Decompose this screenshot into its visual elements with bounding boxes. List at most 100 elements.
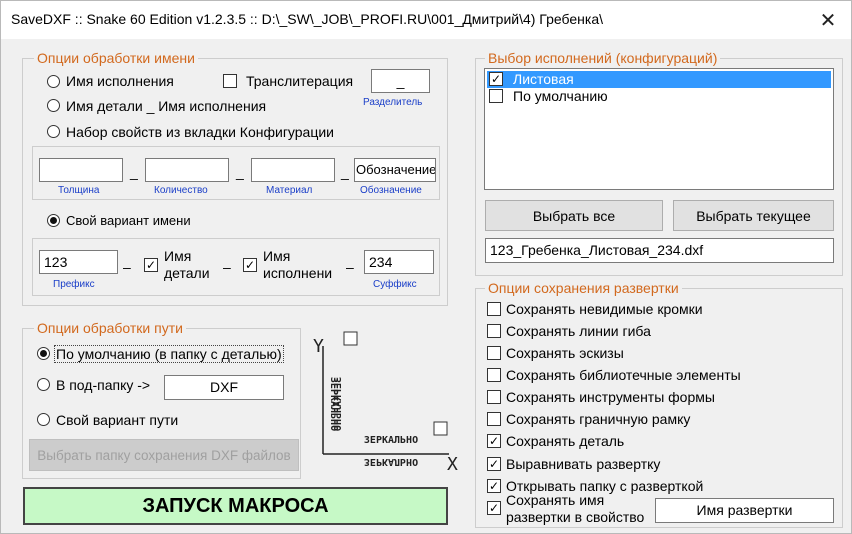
save-option-1-checkbox[interactable]	[487, 324, 501, 338]
radio-config-name-label: Имя исполнения	[66, 73, 174, 89]
main-window: SaveDXF :: Snake 60 Edition v1.2.3.5 :: …	[0, 0, 852, 534]
translit-checkbox[interactable]	[223, 74, 237, 88]
config-item-1-checkbox[interactable]	[489, 89, 503, 103]
save-name-label-2: развертки в свойство	[506, 509, 645, 525]
radio-path-custom-label: Свой вариант пути	[56, 412, 179, 428]
save-option-6-label: Сохранять деталь	[506, 433, 625, 449]
props-sep-1: _	[130, 164, 138, 180]
save-option-6-checkbox[interactable]: ✓	[487, 434, 501, 448]
config-name-checkbox[interactable]: ✓	[243, 258, 257, 272]
config-name-label-1: Имя	[263, 248, 291, 264]
title-bar[interactable]: SaveDXF :: Snake 60 Edition v1.2.3.5 :: …	[1, 1, 851, 39]
translit-label: Транслитерация	[246, 73, 354, 89]
save-name-property-checkbox[interactable]: ✓	[487, 501, 501, 515]
props-caption-thickness: Толщина	[58, 185, 100, 196]
props-sep-2: _	[236, 164, 244, 180]
save-option-5-checkbox[interactable]	[487, 412, 501, 426]
config-item-1-label: По умолчанию	[513, 88, 608, 104]
separator-caption: Разделитель	[363, 97, 423, 108]
mirror-horizontal-text-1: ЗЕРКАЛЬНО	[364, 435, 418, 446]
name-options-legend: Опции обработки имени	[34, 50, 198, 66]
result-filename-field[interactable]: 123_Гребенка_Листовая_234.dxf	[485, 238, 834, 263]
part-name-label-2: детали	[164, 265, 210, 281]
start-macro-button[interactable]: ЗАПУСК МАКРОСА	[23, 487, 448, 525]
axis-x-label: X	[447, 454, 458, 475]
save-name-label-1: Сохранять имя	[506, 492, 605, 508]
save-option-4[interactable]: Сохранять инструменты формы	[487, 388, 787, 408]
mirror-diagram: Y X ЗЕРКАЛЬНО ЗЕРКАЛЬНО ЗЕРКАЛЬНО ЗЕРКАЛ…	[313, 331, 458, 475]
save-option-0[interactable]: Сохранять невидимые кромки	[487, 300, 787, 320]
radio-custom-name-label: Свой вариант имени	[66, 213, 191, 228]
mirror-vertical-text-2: ЗЕРКАЛЬНО	[333, 377, 344, 431]
save-option-0-label: Сохранять невидимые кромки	[506, 301, 703, 317]
save-option-1-label: Сохранять линии гиба	[506, 323, 651, 339]
radio-props-label: Набор свойств из вкладки Конфигурации	[66, 124, 335, 140]
props-field-thickness[interactable]	[39, 158, 123, 182]
props-field-quantity[interactable]	[145, 158, 229, 182]
custom-sep-2: –	[223, 259, 231, 275]
config-listbox[interactable]: ✓ Листовая По умолчанию	[484, 68, 834, 190]
part-name-checkbox[interactable]: ✓	[144, 258, 158, 272]
save-option-3[interactable]: Сохранять библиотечные элементы	[487, 366, 787, 386]
save-option-7-label: Выравнивать развертку	[506, 456, 661, 472]
subfolder-input[interactable]: DXF	[164, 375, 284, 400]
config-select-legend: Выбор исполнений (конфигураций)	[485, 50, 721, 66]
save-option-7-checkbox[interactable]: ✓	[487, 457, 501, 471]
prefix-input[interactable]: 123	[39, 250, 118, 274]
save-option-3-checkbox[interactable]	[487, 368, 501, 382]
close-icon: ✕	[819, 9, 837, 32]
props-sep-3: _	[341, 164, 349, 180]
save-option-4-label: Сохранять инструменты формы	[506, 389, 715, 405]
save-option-6[interactable]: ✓ Сохранять деталь	[487, 432, 787, 452]
radio-path-default-label: По умолчанию (в папку с деталью)	[54, 345, 284, 363]
custom-sep-3: –	[346, 259, 354, 275]
props-field-material[interactable]	[251, 158, 335, 182]
radio-part-config[interactable]	[47, 99, 60, 112]
radio-path-default[interactable]	[37, 347, 50, 360]
save-option-5-label: Сохранять граничную рамку	[506, 411, 691, 427]
suffix-input[interactable]: 234	[364, 250, 434, 274]
config-item-0-label: Листовая	[513, 71, 574, 87]
save-option-3-label: Сохранять библиотечные элементы	[506, 367, 741, 383]
window-title: SaveDXF :: Snake 60 Edition v1.2.3.5 :: …	[11, 11, 604, 27]
prefix-caption: Префикс	[53, 279, 95, 290]
save-option-2-checkbox[interactable]	[487, 346, 501, 360]
save-option-2[interactable]: Сохранять эскизы	[487, 344, 787, 364]
props-caption-quantity: Количество	[154, 185, 208, 196]
props-field-designation[interactable]: Обозначение	[354, 158, 436, 182]
radio-custom-name[interactable]	[47, 214, 60, 227]
choose-folder-button[interactable]: Выбрать папку сохранения DXF файлов	[29, 439, 299, 471]
save-option-7[interactable]: ✓ Выравнивать развертку	[487, 455, 787, 475]
axis-y-label: Y	[313, 336, 324, 357]
props-caption-material: Материал	[266, 185, 313, 196]
close-button[interactable]: ✕	[805, 1, 851, 39]
save-option-8-checkbox[interactable]: ✓	[487, 479, 501, 493]
config-name-label-2: исполнени	[263, 265, 333, 281]
save-option-4-checkbox[interactable]	[487, 390, 501, 404]
property-name-input[interactable]: Имя развертки	[655, 498, 834, 523]
mirror-x-checkbox[interactable]	[433, 421, 448, 436]
select-current-button[interactable]: Выбрать текущее	[673, 200, 834, 231]
radio-path-custom[interactable]	[37, 413, 50, 426]
save-option-5[interactable]: Сохранять граничную рамку	[487, 410, 787, 430]
radio-path-subfolder[interactable]	[37, 378, 50, 391]
config-item-0-checkbox[interactable]: ✓	[489, 72, 503, 86]
config-item-1[interactable]: По умолчанию	[487, 88, 831, 105]
radio-config-name[interactable]	[47, 75, 60, 88]
radio-props[interactable]	[47, 125, 60, 138]
suffix-caption: Суффикс	[373, 279, 417, 290]
props-caption-designation: Обозначение	[360, 185, 422, 196]
custom-sep-1: –	[123, 259, 131, 275]
save-options-legend: Опции сохранения развертки	[485, 280, 682, 296]
select-all-button[interactable]: Выбрать все	[485, 200, 663, 231]
mirror-y-checkbox[interactable]	[343, 331, 358, 346]
part-name-label-1: Имя	[164, 248, 192, 264]
path-options-legend: Опции обработки пути	[34, 320, 186, 336]
config-item-0[interactable]: ✓ Листовая	[487, 71, 831, 88]
mirror-horizontal-text-2: ЗЕРКАЛЬНО	[364, 456, 418, 467]
save-option-2-label: Сохранять эскизы	[506, 345, 624, 361]
separator-input[interactable]: _	[371, 69, 430, 93]
save-option-0-checkbox[interactable]	[487, 302, 501, 316]
save-option-1[interactable]: Сохранять линии гиба	[487, 322, 787, 342]
radio-path-subfolder-label: В под-папку ->	[56, 377, 151, 393]
